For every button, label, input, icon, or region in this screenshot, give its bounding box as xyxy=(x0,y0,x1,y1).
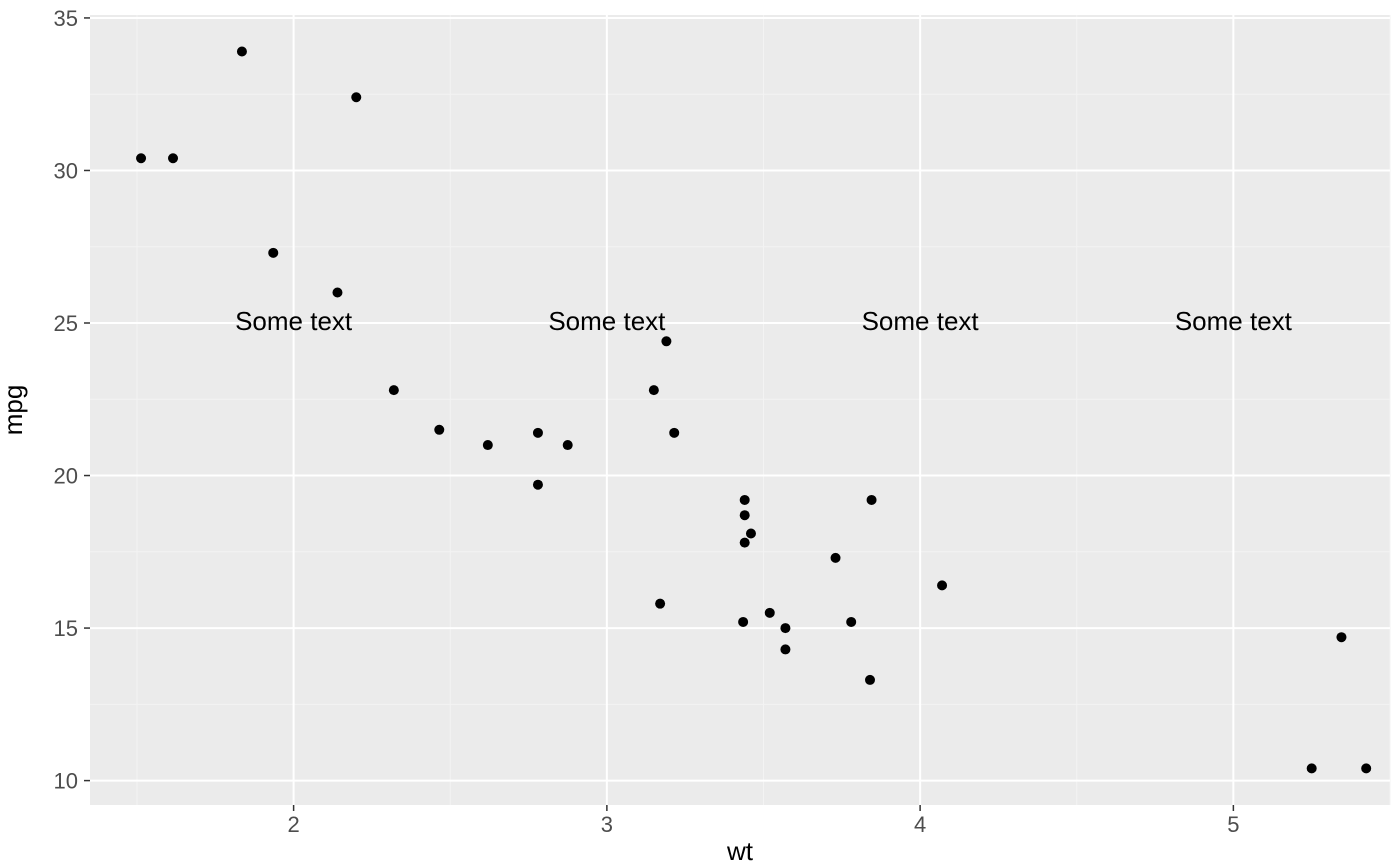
data-point xyxy=(740,495,750,505)
y-tick-label: 20 xyxy=(54,464,78,489)
data-point xyxy=(1361,763,1371,773)
data-point xyxy=(865,675,875,685)
data-point xyxy=(268,248,278,258)
data-point xyxy=(780,644,790,654)
annotation-text: Some text xyxy=(548,306,666,336)
data-point xyxy=(1336,632,1346,642)
annotation-text: Some text xyxy=(862,306,980,336)
x-tick-label: 4 xyxy=(914,812,926,837)
data-point xyxy=(765,608,775,618)
x-axis: 2 3 4 5 wt xyxy=(287,805,1239,866)
data-point xyxy=(168,153,178,163)
data-point xyxy=(351,92,361,102)
data-point xyxy=(136,153,146,163)
data-point xyxy=(746,529,756,539)
x-tick-label: 5 xyxy=(1227,812,1239,837)
data-point xyxy=(533,480,543,490)
data-point xyxy=(237,47,247,57)
data-point xyxy=(831,553,841,563)
data-point xyxy=(740,538,750,548)
y-axis-title: mpg xyxy=(0,385,28,436)
data-point xyxy=(1307,763,1317,773)
y-tick-label: 25 xyxy=(54,311,78,336)
data-point xyxy=(669,428,679,438)
y-tick-label: 35 xyxy=(54,6,78,31)
data-point xyxy=(846,617,856,627)
data-point xyxy=(661,336,671,346)
data-point xyxy=(434,425,444,435)
x-tick-label: 2 xyxy=(287,812,299,837)
data-point xyxy=(332,288,342,298)
data-point xyxy=(563,440,573,450)
data-point xyxy=(937,580,947,590)
data-point xyxy=(780,623,790,633)
data-point xyxy=(533,428,543,438)
scatter-chart: Some text Some text Some text Some text xyxy=(0,0,1400,866)
data-point xyxy=(389,385,399,395)
x-axis-title: wt xyxy=(726,836,754,866)
y-axis: 10 15 20 25 30 35 mpg xyxy=(0,6,90,794)
data-point xyxy=(655,599,665,609)
annotation-text: Some text xyxy=(235,306,353,336)
annotation-text: Some text xyxy=(1175,306,1293,336)
plot-panel: Some text Some text Some text Some text xyxy=(90,15,1390,805)
data-point xyxy=(738,617,748,627)
y-tick-label: 15 xyxy=(54,616,78,641)
x-tick-label: 3 xyxy=(601,812,613,837)
data-point xyxy=(740,510,750,520)
data-point xyxy=(867,495,877,505)
panel-background xyxy=(90,15,1390,805)
y-tick-label: 30 xyxy=(54,158,78,183)
data-point xyxy=(649,385,659,395)
y-tick-label: 10 xyxy=(54,769,78,794)
data-point xyxy=(483,440,493,450)
